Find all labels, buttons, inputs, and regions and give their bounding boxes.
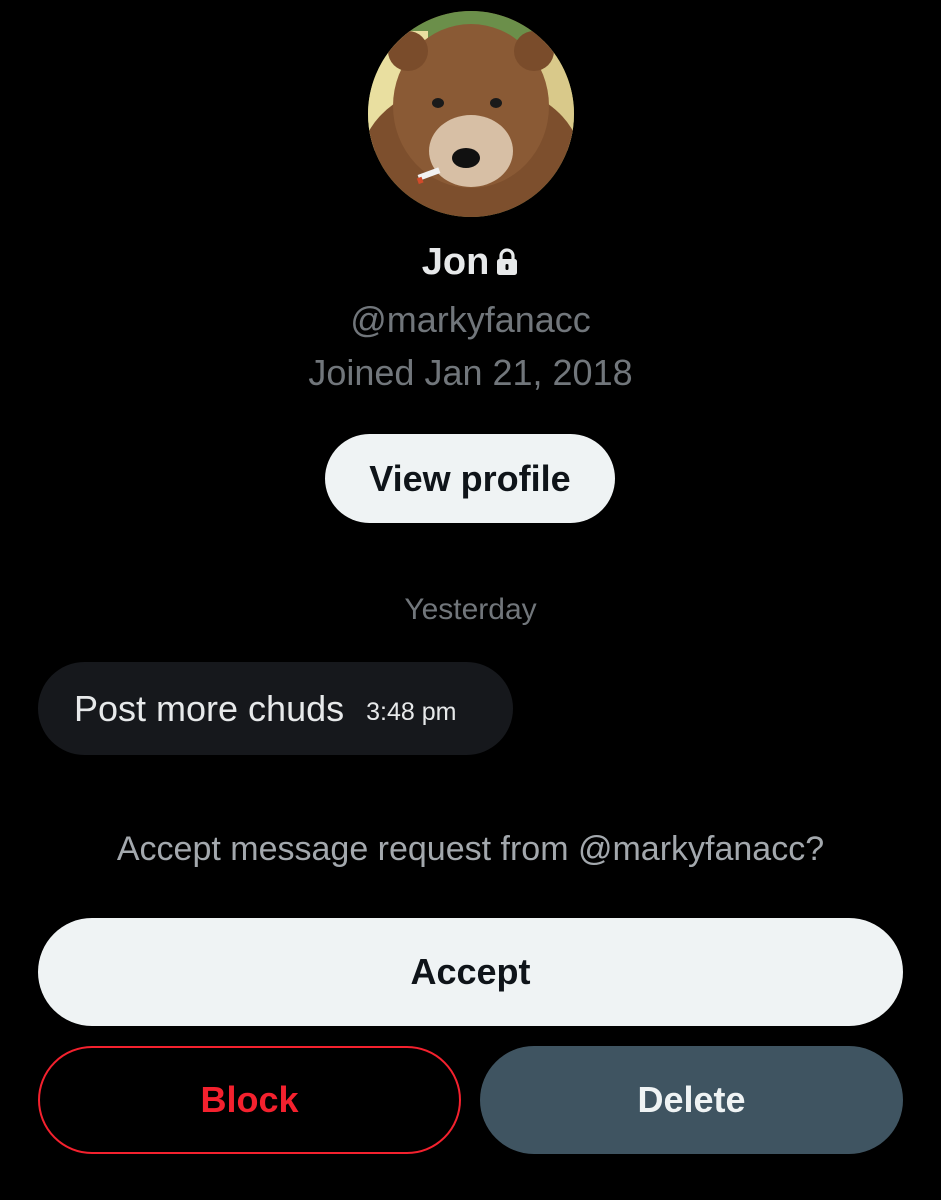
message-text: Post more chuds	[74, 687, 345, 729]
request-prompt: Accept message request from @markyfanacc…	[116, 830, 825, 868]
delete-button[interactable]: Delete	[480, 1046, 903, 1154]
accept-button[interactable]: Accept	[38, 918, 903, 1026]
message-request-screen: Jon @markyfanacc Joined Jan 21, 2018 Vie…	[0, 0, 941, 1200]
user-handle: @markyfanacc	[350, 299, 591, 340]
message-bubble[interactable]: Post more chuds 3:48 pm	[38, 662, 513, 755]
joined-date: Joined Jan 21, 2018	[308, 352, 633, 393]
display-name: Jon	[421, 241, 490, 283]
lock-icon	[495, 248, 519, 276]
bear-avatar-icon	[368, 11, 574, 217]
block-button[interactable]: Block	[38, 1046, 461, 1154]
message-time: 3:48 pm	[366, 698, 457, 726]
name-row: Jon	[0, 237, 941, 287]
avatar[interactable]	[368, 11, 574, 217]
view-profile-button[interactable]: View profile	[325, 434, 615, 523]
date-separator: Yesterday	[404, 593, 537, 626]
